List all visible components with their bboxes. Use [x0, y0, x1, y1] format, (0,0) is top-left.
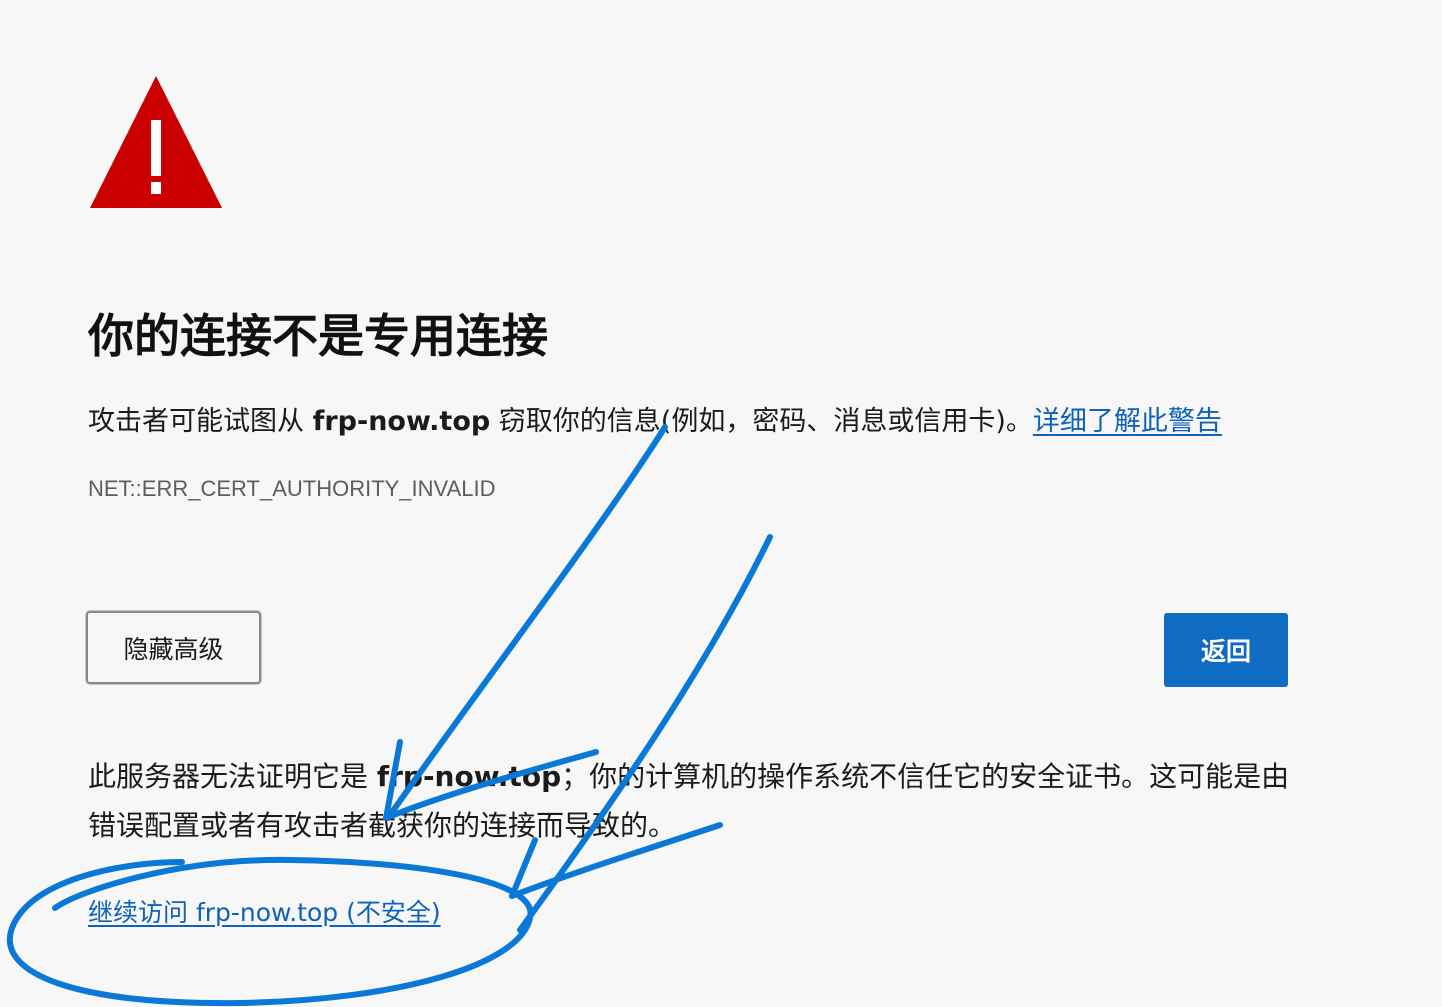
- page-title: 你的连接不是专用连接: [88, 309, 548, 363]
- description-prefix: 攻击者可能试图从: [88, 406, 313, 437]
- annotation-arrow-right: [517, 534, 773, 933]
- advanced-details: 此服务器无法证明它是 frp-now.top；你的计算机的操作系统不信任它的安全…: [88, 752, 1298, 850]
- warning-description: 攻击者可能试图从 frp-now.top 窃取你的信息(例如，密码、消息或信用卡…: [88, 399, 1222, 438]
- description-host: frp-now.top: [312, 406, 491, 437]
- error-page: 你的连接不是专用连接 攻击者可能试图从 frp-now.top 窃取你的信息(例…: [0, 0, 1442, 1007]
- error-code: NET::ERR_CERT_AUTHORITY_INVALID: [88, 476, 496, 501]
- learn-more-link[interactable]: 详细了解此警告: [1033, 406, 1222, 437]
- details-prefix: 此服务器无法证明它是: [88, 760, 377, 793]
- back-button[interactable]: 返回: [1164, 613, 1288, 687]
- description-suffix: 窃取你的信息(例如，密码、消息或信用卡)。: [490, 406, 1033, 437]
- proceed-unsafe-link[interactable]: 继续访问 frp-now.top (不安全): [88, 898, 441, 927]
- annotation-circle: [7, 856, 534, 1007]
- details-host: frp-now.top: [376, 760, 562, 793]
- warning-triangle-icon: [90, 76, 222, 208]
- hide-advanced-button[interactable]: 隐藏高级: [86, 611, 261, 684]
- proceed-unsafe-container: 继续访问 frp-now.top (不安全): [88, 893, 441, 929]
